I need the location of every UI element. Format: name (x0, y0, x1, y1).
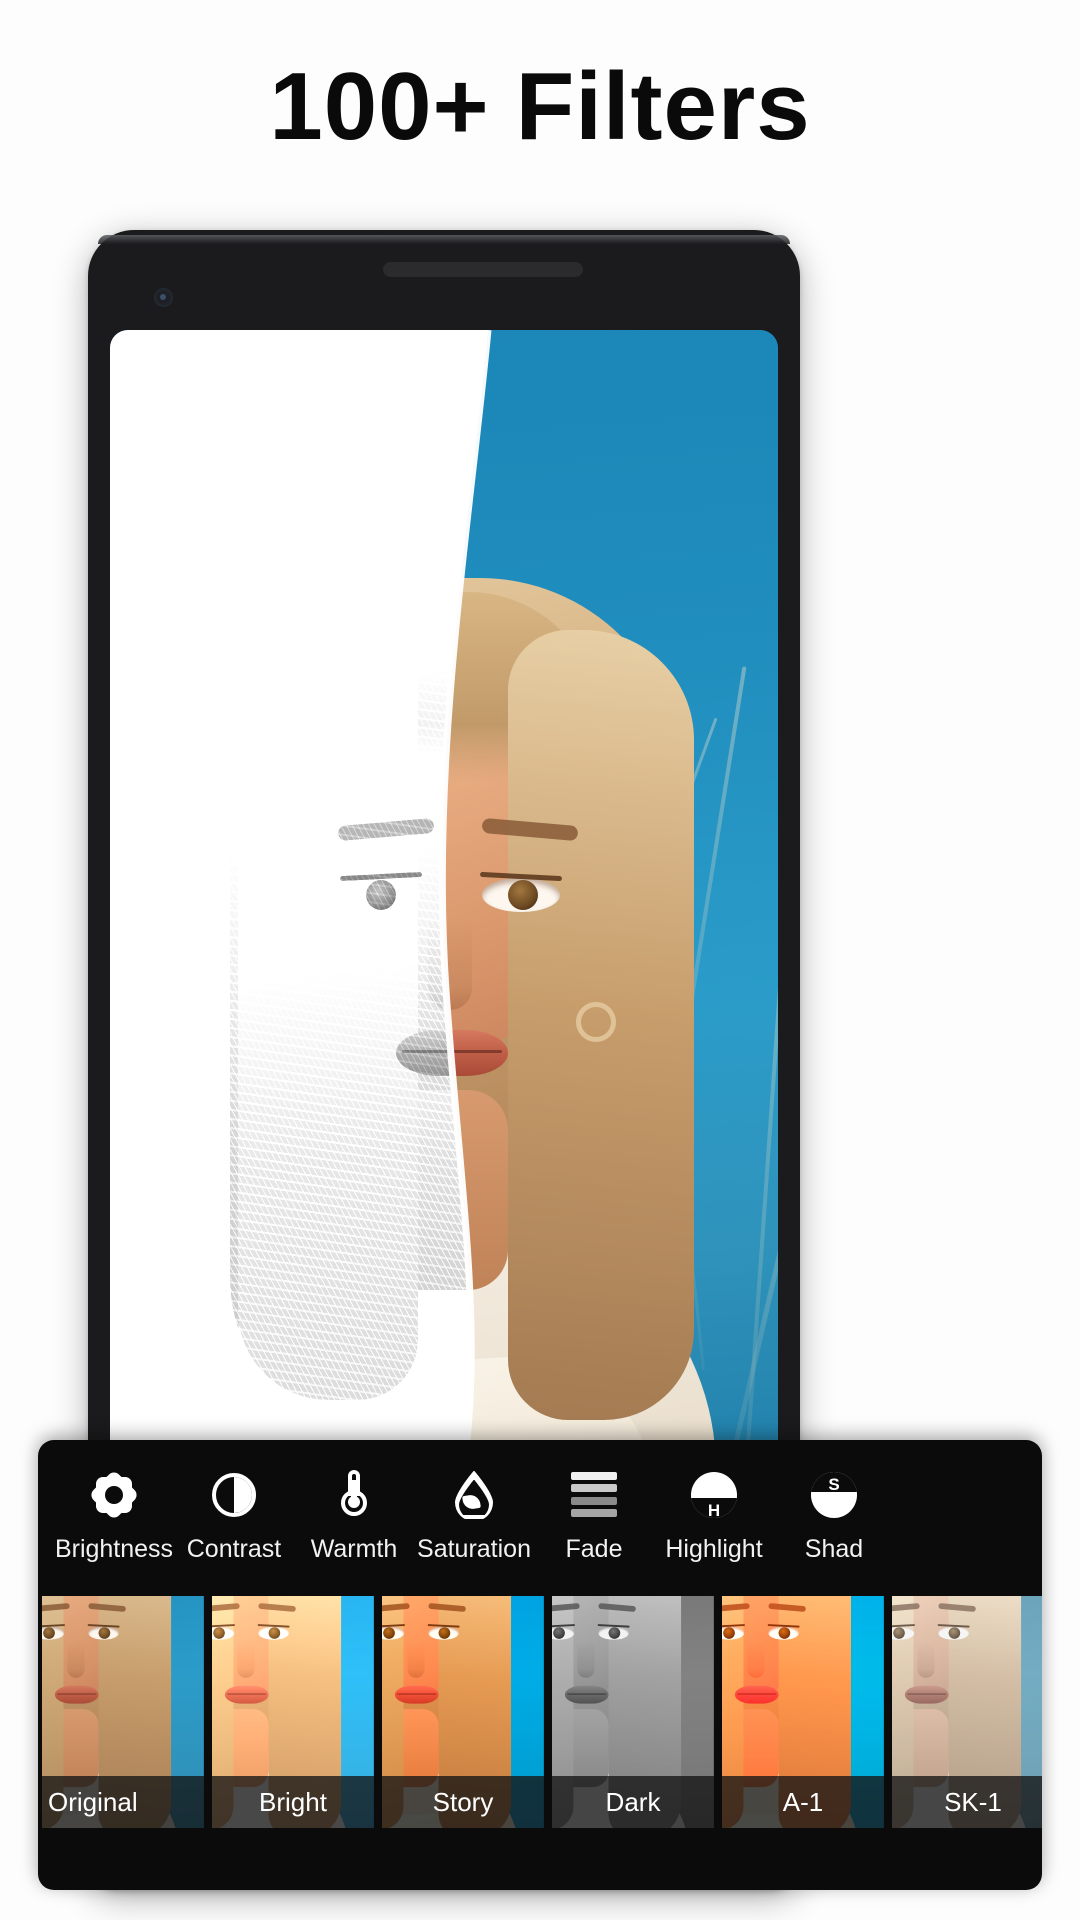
adjustment-tools-row[interactable]: Brightness Contrast Warmth Saturation Fa… (38, 1440, 1042, 1590)
tool-label: Shad (804, 1534, 864, 1563)
highlight-letter: H (707, 1500, 721, 1518)
contrast-half-circle-icon (174, 1467, 294, 1523)
tool-highlight[interactable]: H Highlight (654, 1467, 774, 1564)
brightness-sun-icon (54, 1467, 174, 1523)
highlight-circle-h-icon: H (654, 1467, 774, 1523)
tool-label: Warmth (310, 1534, 398, 1563)
shadow-circle-s-icon: S (774, 1467, 894, 1523)
thermometer-icon (294, 1467, 414, 1523)
water-drop-icon (414, 1467, 534, 1523)
front-camera (154, 288, 173, 307)
fade-bars-icon (534, 1467, 654, 1523)
tool-label: Fade (565, 1534, 623, 1563)
tool-shadow[interactable]: S Shad (774, 1467, 894, 1564)
filter-label: Bright (212, 1776, 374, 1828)
filter-label: SK-1 (892, 1776, 1042, 1828)
filter-label: Original (42, 1776, 204, 1828)
filter-presets-strip[interactable]: Original Bright Story Dark A-1 SK-1 (38, 1596, 1042, 1836)
tool-label: Brightness (54, 1534, 174, 1563)
tool-brightness[interactable]: Brightness (54, 1467, 174, 1564)
tool-label: Saturation (417, 1534, 531, 1563)
filter-preset-bright[interactable]: Bright (212, 1596, 374, 1828)
headline-word: Filters (515, 53, 811, 160)
filter-preset-a1[interactable]: A-1 (722, 1596, 884, 1828)
tool-saturation[interactable]: Saturation (414, 1467, 534, 1564)
page-title: 100+ Filters (0, 52, 1080, 162)
filter-label: Dark (552, 1776, 714, 1828)
earpiece-speaker (383, 262, 583, 277)
tool-contrast[interactable]: Contrast (174, 1467, 294, 1564)
phone-top-edge-highlight (98, 235, 790, 244)
filter-preset-sk1[interactable]: SK-1 (892, 1596, 1042, 1828)
tool-label: Contrast (186, 1534, 282, 1563)
filter-preset-original[interactable]: Original (42, 1596, 204, 1828)
filter-label: Story (382, 1776, 544, 1828)
tool-fade[interactable]: Fade (534, 1467, 654, 1564)
tool-label: Highlight (665, 1534, 763, 1563)
tool-warmth[interactable]: Warmth (294, 1467, 414, 1564)
editor-control-panel: Brightness Contrast Warmth Saturation Fa… (38, 1440, 1042, 1890)
headline-count: 100+ (269, 53, 490, 160)
shadow-letter: S (828, 1474, 840, 1494)
filter-preset-story[interactable]: Story (382, 1596, 544, 1828)
filter-preset-dark[interactable]: Dark (552, 1596, 714, 1828)
filter-label: A-1 (722, 1776, 884, 1828)
